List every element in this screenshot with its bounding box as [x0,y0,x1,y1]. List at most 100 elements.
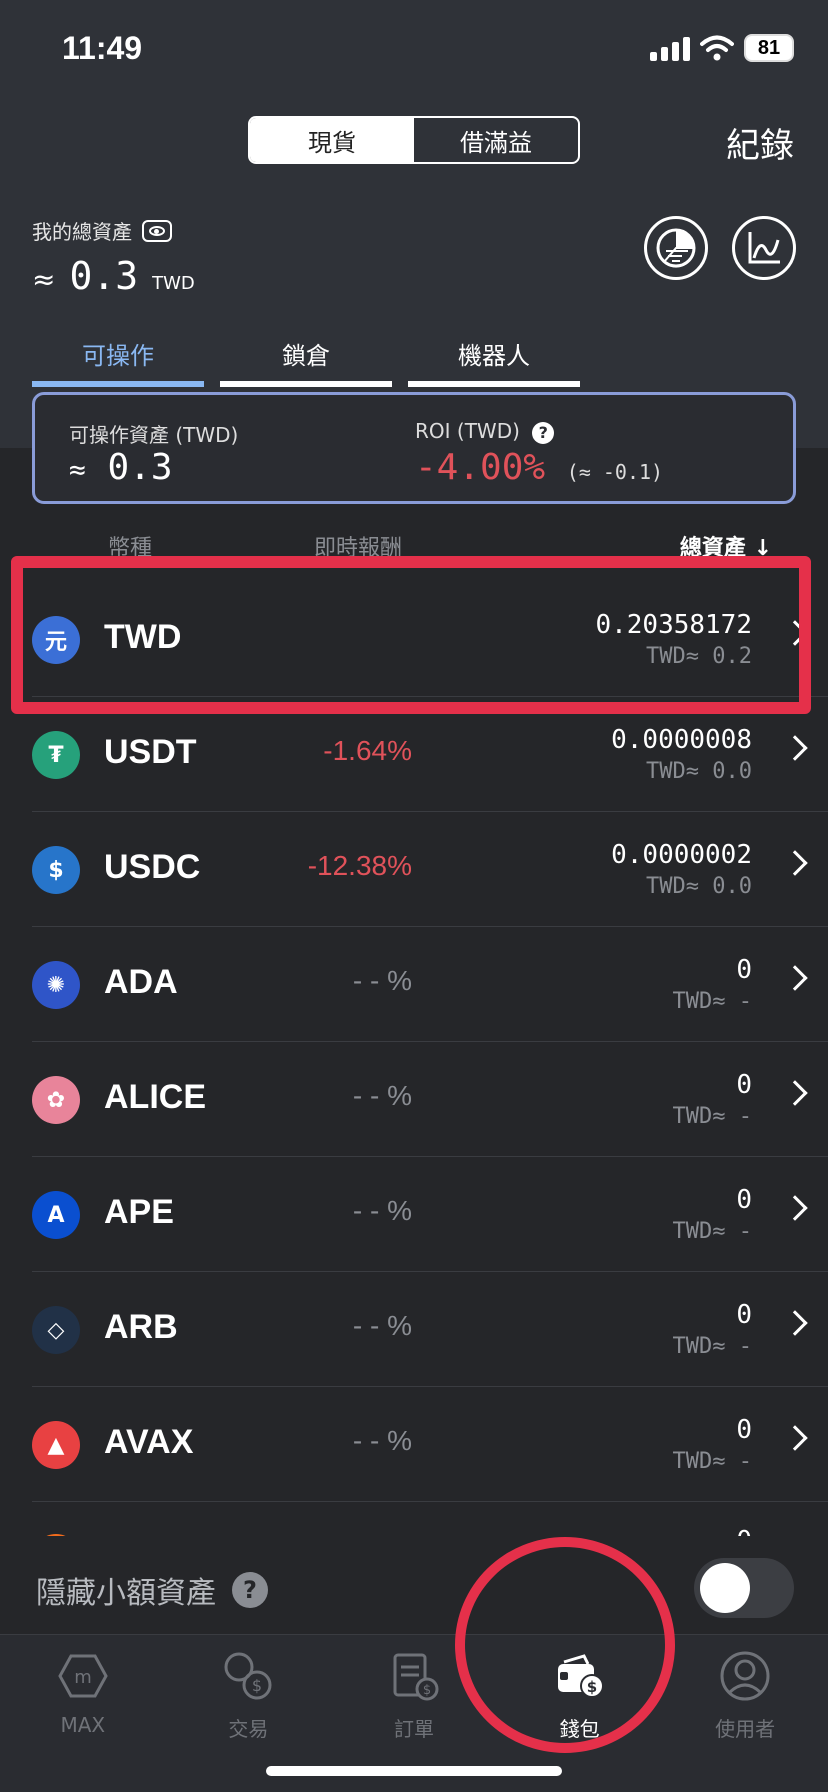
coin-symbol: AVAX [104,1423,194,1461]
coin-amount: 0 [736,1300,752,1330]
summary-card: 可操作資產 (TWD) ≈ 0.3 ROI (TWD) ? -4.00% (≈ … [32,392,796,504]
svg-text:$: $ [423,1683,431,1698]
coin-amount: 0 [736,955,752,985]
total-assets-currency: TWD [152,273,195,294]
trade-exchange-icon: $ [221,1649,275,1703]
coin-twd-value: TWD≈ 0.0 [646,759,752,784]
hide-small-label: 隱藏小額資產 ? [36,1568,268,1612]
total-assets-label: 我的總資產 [32,216,172,245]
total-assets-label-text: 我的總資產 [32,220,132,244]
svg-text:m: m [74,1667,92,1688]
chevron-right-icon [782,1195,808,1221]
chevron-right-icon [782,850,808,876]
hide-small-toggle[interactable] [694,1558,794,1618]
hide-small-text: 隱藏小額資產 [36,1576,216,1611]
coin-amount: 0 [736,1185,752,1215]
pie-chart-icon [656,228,696,268]
roi-amount: (≈ -0.1) [566,460,664,484]
coin-row-alice[interactable]: ✿ ALICE - - % 0 TWD≈ - [32,1042,828,1157]
approx-sign: ≈ [69,453,86,486]
coin-amount: 0 [736,1070,752,1100]
coin-row-usdt[interactable]: ₮ USDT -1.64% 0.0000008 TWD≈ 0.0 [32,697,828,812]
coin-icon: A [32,1191,80,1239]
nav-label: 訂單 [393,1717,434,1741]
coin-symbol: ADA [104,963,178,1001]
list-item[interactable]: 0 [32,1498,828,1582]
roi-label-text: ROI (TWD) [415,419,520,443]
chevron-right-icon [782,1080,808,1106]
coin-symbol: APE [104,1193,174,1231]
status-time: 11:49 [62,30,143,66]
record-button[interactable]: 紀錄 [726,118,794,167]
coin-icon: ✿ [32,1076,80,1124]
coin-roi: - - % [352,1195,412,1226]
nav-user[interactable]: 使用者 [662,1635,828,1792]
help-icon[interactable]: ? [232,1572,268,1608]
chevron-right-icon [782,965,808,991]
approx-sign: ≈ [32,263,56,296]
coin-icon: ◇ [32,1306,80,1354]
tab-locked[interactable]: 鎖倉 [220,336,392,387]
nav-label: 使用者 [715,1717,776,1741]
wifi-icon [700,35,734,61]
coin-icon: ✺ [32,961,80,1009]
chevron-right-icon [782,1425,808,1451]
signal-icon [650,35,690,61]
roi-label: ROI (TWD) ? [415,419,555,444]
segment-lending[interactable]: 借滿益 [414,118,578,162]
line-chart-icon [748,232,780,264]
coin-roi: - - % [352,1425,412,1456]
roi-value: -4.00% (≈ -0.1) [415,447,663,488]
coin-icon: ▲ [32,1421,80,1469]
available-assets-number: 0.3 [107,447,173,488]
coin-symbol: USDC [104,848,201,886]
coin-twd-value: TWD≈ - [672,1334,752,1359]
coin-symbol: ALICE [104,1078,206,1116]
coin-amount: 0.0000008 [611,725,752,755]
total-assets-number: 0.3 [69,254,139,298]
coin-row-avax[interactable]: ▲ AVAX - - % 0 TWD≈ - [32,1387,828,1502]
spot-lending-segment[interactable]: 現貨 借滿益 [248,116,580,164]
nav-label: 交易 [228,1717,269,1741]
coin-icon: $ [32,846,80,894]
coin-roi: -1.64% [323,735,412,766]
highlight-box [11,556,811,714]
order-clipboard-icon: $ [387,1649,441,1703]
coin-roi: - - % [352,1080,412,1111]
coin-row-ape[interactable]: A APE - - % 0 TWD≈ - [32,1157,828,1272]
coin-roi: - - % [352,1310,412,1341]
line-chart-button[interactable] [732,216,796,280]
coin-row-arb[interactable]: ◇ ARB - - % 0 TWD≈ - [32,1272,828,1387]
home-indicator[interactable] [266,1766,562,1776]
coin-symbol: ARB [104,1308,178,1346]
battery-icon: 81 [744,34,794,62]
total-assets-value: ≈ 0.3 TWD [32,254,195,298]
coin-symbol: USDT [104,733,197,771]
available-assets-value: ≈ 0.3 [69,447,173,488]
svg-text:$: $ [252,1676,262,1695]
nav-label: MAX [60,1713,106,1737]
nav-max[interactable]: m MAX [0,1635,166,1792]
coin-twd-value: TWD≈ - [672,1449,752,1474]
help-icon[interactable]: ? [532,421,555,444]
coin-row-usdc[interactable]: $ USDC -12.38% 0.0000002 TWD≈ 0.0 [32,812,828,927]
tab-robot[interactable]: 機器人 [408,336,580,387]
available-assets-label: 可操作資產 (TWD) [69,423,239,447]
segment-spot[interactable]: 現貨 [250,118,414,162]
coin-twd-value: TWD≈ 0.0 [646,874,752,899]
coin-twd-value: TWD≈ - [672,1219,752,1244]
tab-operable[interactable]: 可操作 [32,336,204,387]
coin-twd-value: TWD≈ - [672,1104,752,1129]
coin-amount: 0.0000002 [611,840,752,870]
coin-row-ada[interactable]: ✺ ADA - - % 0 TWD≈ - [32,927,828,1042]
circle-highlight [455,1537,675,1753]
asset-tabs: 可操作 鎖倉 機器人 [32,336,580,387]
coin-amount: 0 [736,1415,752,1445]
roi-percentage: -4.00% [415,447,546,488]
max-logo-icon: m [56,1649,110,1703]
chevron-right-icon [782,1310,808,1336]
eye-icon[interactable] [142,219,172,242]
coin-icon: ₮ [32,731,80,779]
user-icon [718,1649,772,1703]
pie-chart-button[interactable] [644,216,708,280]
